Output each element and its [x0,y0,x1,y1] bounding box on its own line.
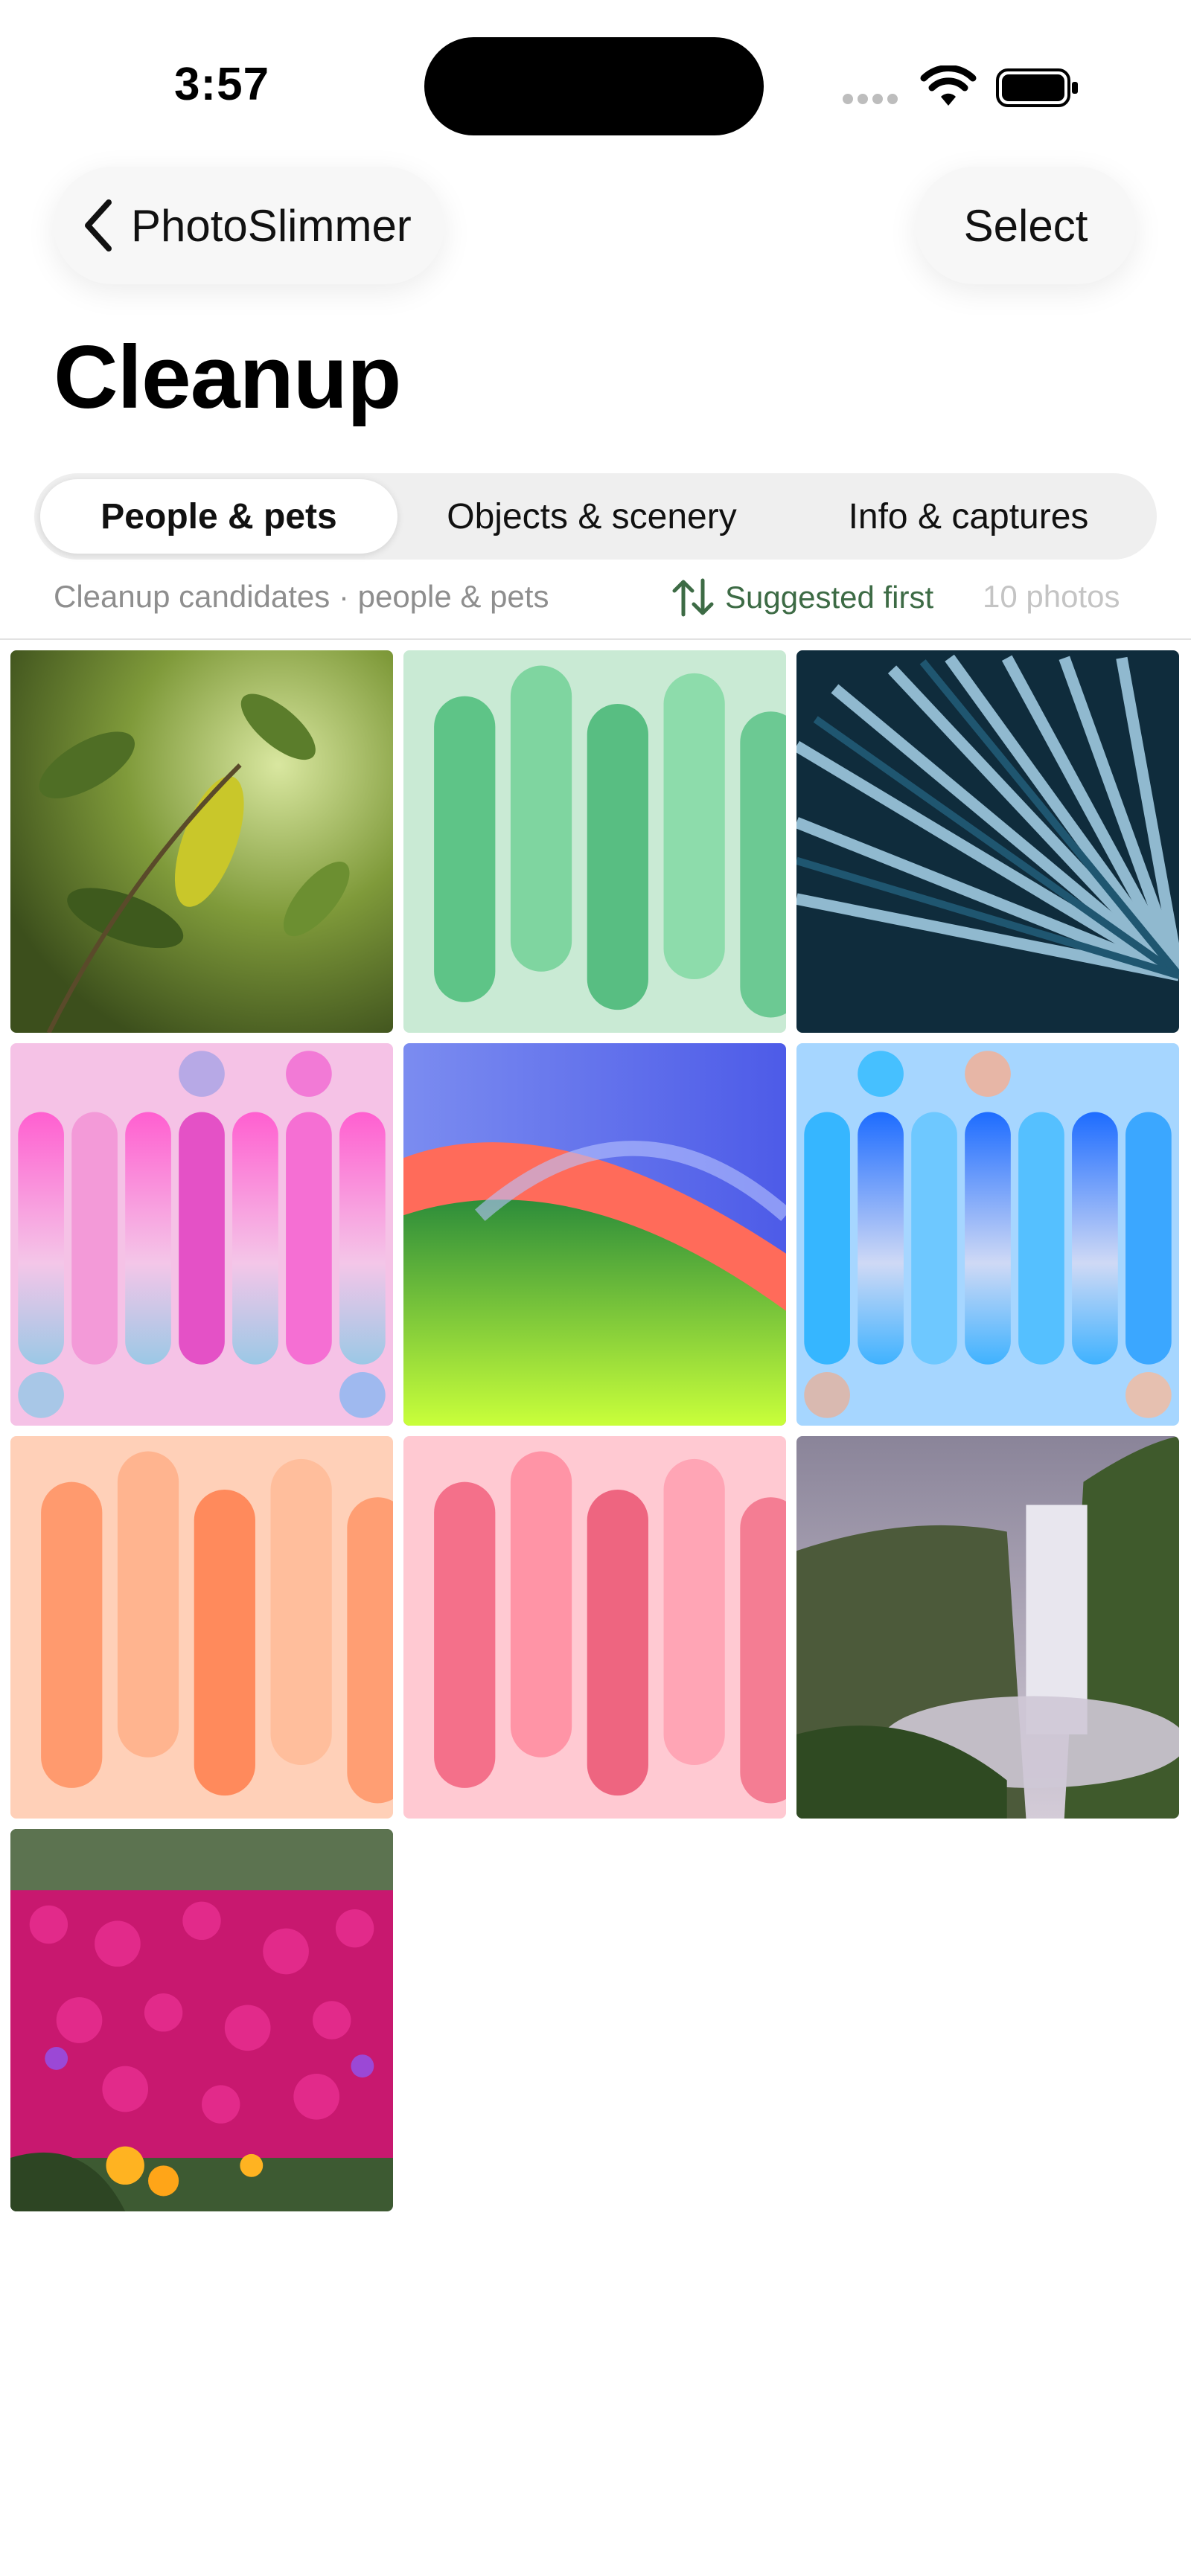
tab-people-pets[interactable]: People & pets [40,479,397,554]
photo-thumbnail[interactable] [403,650,786,1033]
photo-count: 10 photos [983,579,1120,614]
photo-thumbnail[interactable] [796,1436,1179,1819]
sort-label: Suggested first [725,580,934,615]
select-button[interactable]: Select [916,167,1136,284]
app-screen: 3:57 PhotoSlimmer Select Cleanup People … [0,0,1191,2576]
photo-grid [10,650,1179,2211]
orange-abstract-photo [10,1436,393,1819]
back-button[interactable]: PhotoSlimmer [54,167,444,284]
green-abstract-photo [403,650,786,1033]
battery-icon [996,68,1078,107]
divider [0,638,1191,640]
dynamic-island [424,37,764,135]
sort-arrows-icon [672,578,714,617]
photo-thumbnail[interactable] [796,1043,1179,1426]
chevron-left-icon [85,199,112,251]
tab-info-captures[interactable]: Info & captures [786,479,1151,554]
leafy-plant-photo [10,650,393,1033]
page-title: Cleanup [54,327,401,427]
photo-thumbnail[interactable] [403,1436,786,1819]
blue-fan-abstract-photo [796,650,1179,1033]
magenta-flower-field-photo [10,1829,393,2211]
sonoma-hills-photo [403,1043,786,1426]
photo-thumbnail[interactable] [10,650,393,1033]
photo-thumbnail[interactable] [796,650,1179,1033]
pink-abstract-photo [403,1436,786,1819]
waterfall-photo [796,1436,1179,1819]
wifi-icon [920,65,977,106]
back-button-label: PhotoSlimmer [131,200,412,251]
blue-capsule-pattern-photo [796,1043,1179,1426]
photo-thumbnail[interactable] [403,1043,786,1426]
cellular-signal-icon [843,94,902,108]
photo-thumbnail[interactable] [10,1829,393,2211]
photo-thumbnail[interactable] [10,1436,393,1819]
photo-thumbnail[interactable] [10,1043,393,1426]
sort-button[interactable]: Suggested first [671,574,933,621]
status-time: 3:57 [174,59,270,110]
section-description: Cleanup candidates · people & pets [54,579,549,614]
pink-capsule-pattern-photo [10,1043,393,1426]
category-segmented-control: People & pets Objects & scenery Info & c… [34,473,1157,560]
tab-objects-scenery[interactable]: Objects & scenery [409,479,774,554]
